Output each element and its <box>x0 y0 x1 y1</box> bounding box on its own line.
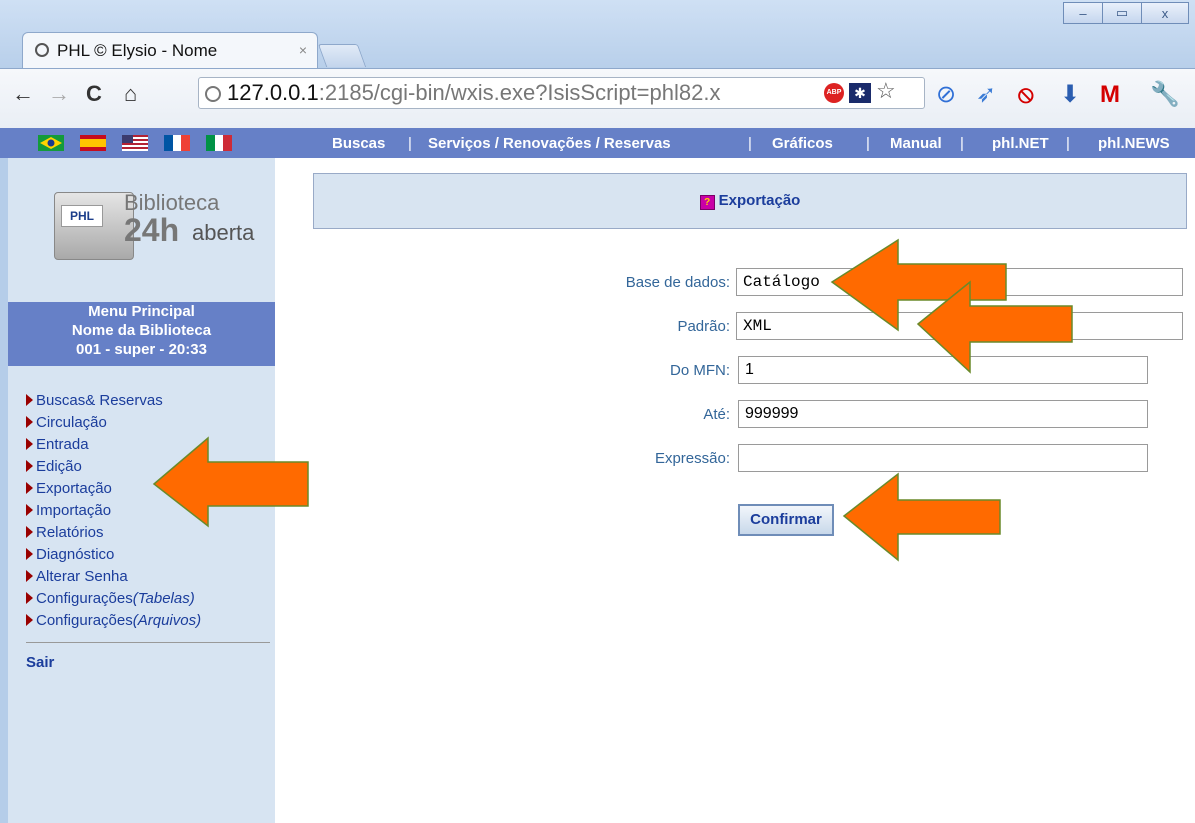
tab-title: PHL © Elysio - Nome <box>57 41 218 60</box>
tab-close-icon[interactable]: × <box>299 42 307 58</box>
logo-phl: PHL <box>61 205 103 227</box>
expression-field[interactable] <box>738 444 1148 472</box>
sidebar-item-buscas-reservas[interactable]: Buscas& Reservas <box>26 390 201 412</box>
triangle-bullet-icon <box>26 504 33 516</box>
to-field[interactable]: 999999 <box>738 400 1148 428</box>
window-controls: – ▭ x <box>1063 2 1189 24</box>
triangle-bullet-icon <box>26 614 33 626</box>
nav-separator: | <box>408 135 412 152</box>
maximize-button[interactable]: ▭ <box>1102 2 1142 24</box>
nav-separator: | <box>960 135 964 152</box>
minimize-button[interactable]: – <box>1063 2 1103 24</box>
globe-icon <box>35 43 49 57</box>
nav-separator: | <box>1066 135 1070 152</box>
usa-flag[interactable] <box>122 135 148 151</box>
bird-extension-icon[interactable]: ➶ <box>976 81 996 109</box>
window-left-border <box>0 158 8 823</box>
sidebar-item-alterar-senha[interactable]: Alterar Senha <box>26 566 201 588</box>
logo-aberta: aberta <box>192 220 255 245</box>
sidebar-item-config-tabelas[interactable]: Configurações(Tabelas) <box>26 588 201 610</box>
spain-flag[interactable] <box>80 135 106 151</box>
nav-link-phl-net[interactable]: phl.NET <box>992 135 1049 152</box>
triangle-bullet-icon <box>26 438 33 450</box>
confirm-button[interactable]: Confirmar <box>738 504 834 536</box>
address-bar[interactable]: 127.0.0.1:2185/cgi-bin/wxis.exe?IsisScri… <box>198 77 925 109</box>
triangle-bullet-icon <box>26 592 33 604</box>
bookmark-star-icon[interactable]: ☆ <box>876 78 896 104</box>
triangle-bullet-icon <box>26 394 33 406</box>
brazil-flag[interactable] <box>38 135 64 151</box>
nav-separator: | <box>866 135 870 152</box>
adblock-icon[interactable]: ABP <box>824 83 844 103</box>
menu-title: Menu Principal <box>88 303 195 320</box>
triangle-bullet-icon <box>26 570 33 582</box>
reload-icon[interactable]: C <box>86 79 102 109</box>
nav-link-graficos[interactable]: Gráficos <box>772 135 833 152</box>
nav-link-buscas[interactable]: Buscas <box>332 135 385 152</box>
nav-link-servicos[interactable]: Serviços / Renovações / Reservas <box>428 135 671 152</box>
page-header: ? Exportação <box>313 173 1187 229</box>
triangle-bullet-icon <box>26 416 33 428</box>
database-label: Base de dados: <box>625 274 730 291</box>
download-extension-icon[interactable]: ⬇ <box>1060 81 1080 109</box>
help-icon[interactable]: ? <box>699 195 715 210</box>
sidebar-item-diagnostico[interactable]: Diagnóstico <box>26 544 201 566</box>
back-arrow-icon[interactable]: ← <box>12 79 34 109</box>
browser-tab[interactable]: PHL © Elysio - Nome × <box>22 32 318 69</box>
annotation-arrow-standard <box>916 280 1073 374</box>
library-logo: PHL Biblioteca 24h aberta <box>36 186 266 266</box>
triangle-bullet-icon <box>26 482 33 494</box>
page-info-icon <box>205 86 221 102</box>
close-window-button[interactable]: x <box>1141 2 1189 24</box>
annotation-arrow-exportacao <box>152 436 309 528</box>
sidebar-divider <box>26 642 270 643</box>
browser-chrome: – ▭ x PHL © Elysio - Nome × ← → C ⌂ 127.… <box>0 0 1195 129</box>
triangle-bullet-icon <box>26 548 33 560</box>
annotation-arrow-confirm <box>842 472 1001 562</box>
triangle-bullet-icon <box>26 526 33 538</box>
logo-24h: 24h <box>124 212 180 248</box>
to-label: Até: <box>703 406 730 423</box>
logout-link[interactable]: Sair <box>26 654 54 671</box>
library-name: Nome da Biblioteca <box>71 322 212 339</box>
page-title: ? Exportação <box>314 192 1186 210</box>
gmail-icon[interactable]: M <box>1100 81 1120 109</box>
triangle-bullet-icon <box>26 460 33 472</box>
computer-icon: PHL <box>54 192 134 260</box>
sidebar-item-circulacao[interactable]: Circulação <box>26 412 201 434</box>
nav-link-phl-news[interactable]: phl.NEWS <box>1098 135 1170 152</box>
wrench-icon[interactable]: 🔧 <box>1150 81 1180 109</box>
nav-separator: | <box>748 135 752 152</box>
uk-flag-icon[interactable]: ✱ <box>849 83 871 103</box>
sidebar-item-config-arquivos[interactable]: Configurações(Arquivos) <box>26 610 201 632</box>
france-flag[interactable] <box>164 135 190 151</box>
new-tab-button[interactable] <box>317 44 367 67</box>
home-icon[interactable]: ⌂ <box>124 79 137 109</box>
url-text: 127.0.0.1:2185/cgi-bin/wxis.exe?IsisScri… <box>227 80 721 105</box>
forward-arrow-icon[interactable]: → <box>48 79 70 109</box>
italy-flag[interactable] <box>206 135 232 151</box>
from-mfn-label: Do MFN: <box>670 362 730 379</box>
session-info: 001 - super - 20:33 <box>76 341 207 358</box>
top-navigation: Buscas | Serviços / Renovações / Reserva… <box>0 128 1195 158</box>
browser-toolbar: ← → C ⌂ 127.0.0.1:2185/cgi-bin/wxis.exe?… <box>0 68 1195 129</box>
main-menu-header: Menu Principal Nome da Biblioteca 001 - … <box>8 302 275 366</box>
nav-link-manual[interactable]: Manual <box>890 135 942 152</box>
rss-extension-icon[interactable]: ⊘ <box>936 81 956 109</box>
standard-label: Padrão: <box>677 318 730 335</box>
block-extension-icon[interactable]: ⦸ <box>1018 81 1034 109</box>
expression-label: Expressão: <box>654 450 730 467</box>
